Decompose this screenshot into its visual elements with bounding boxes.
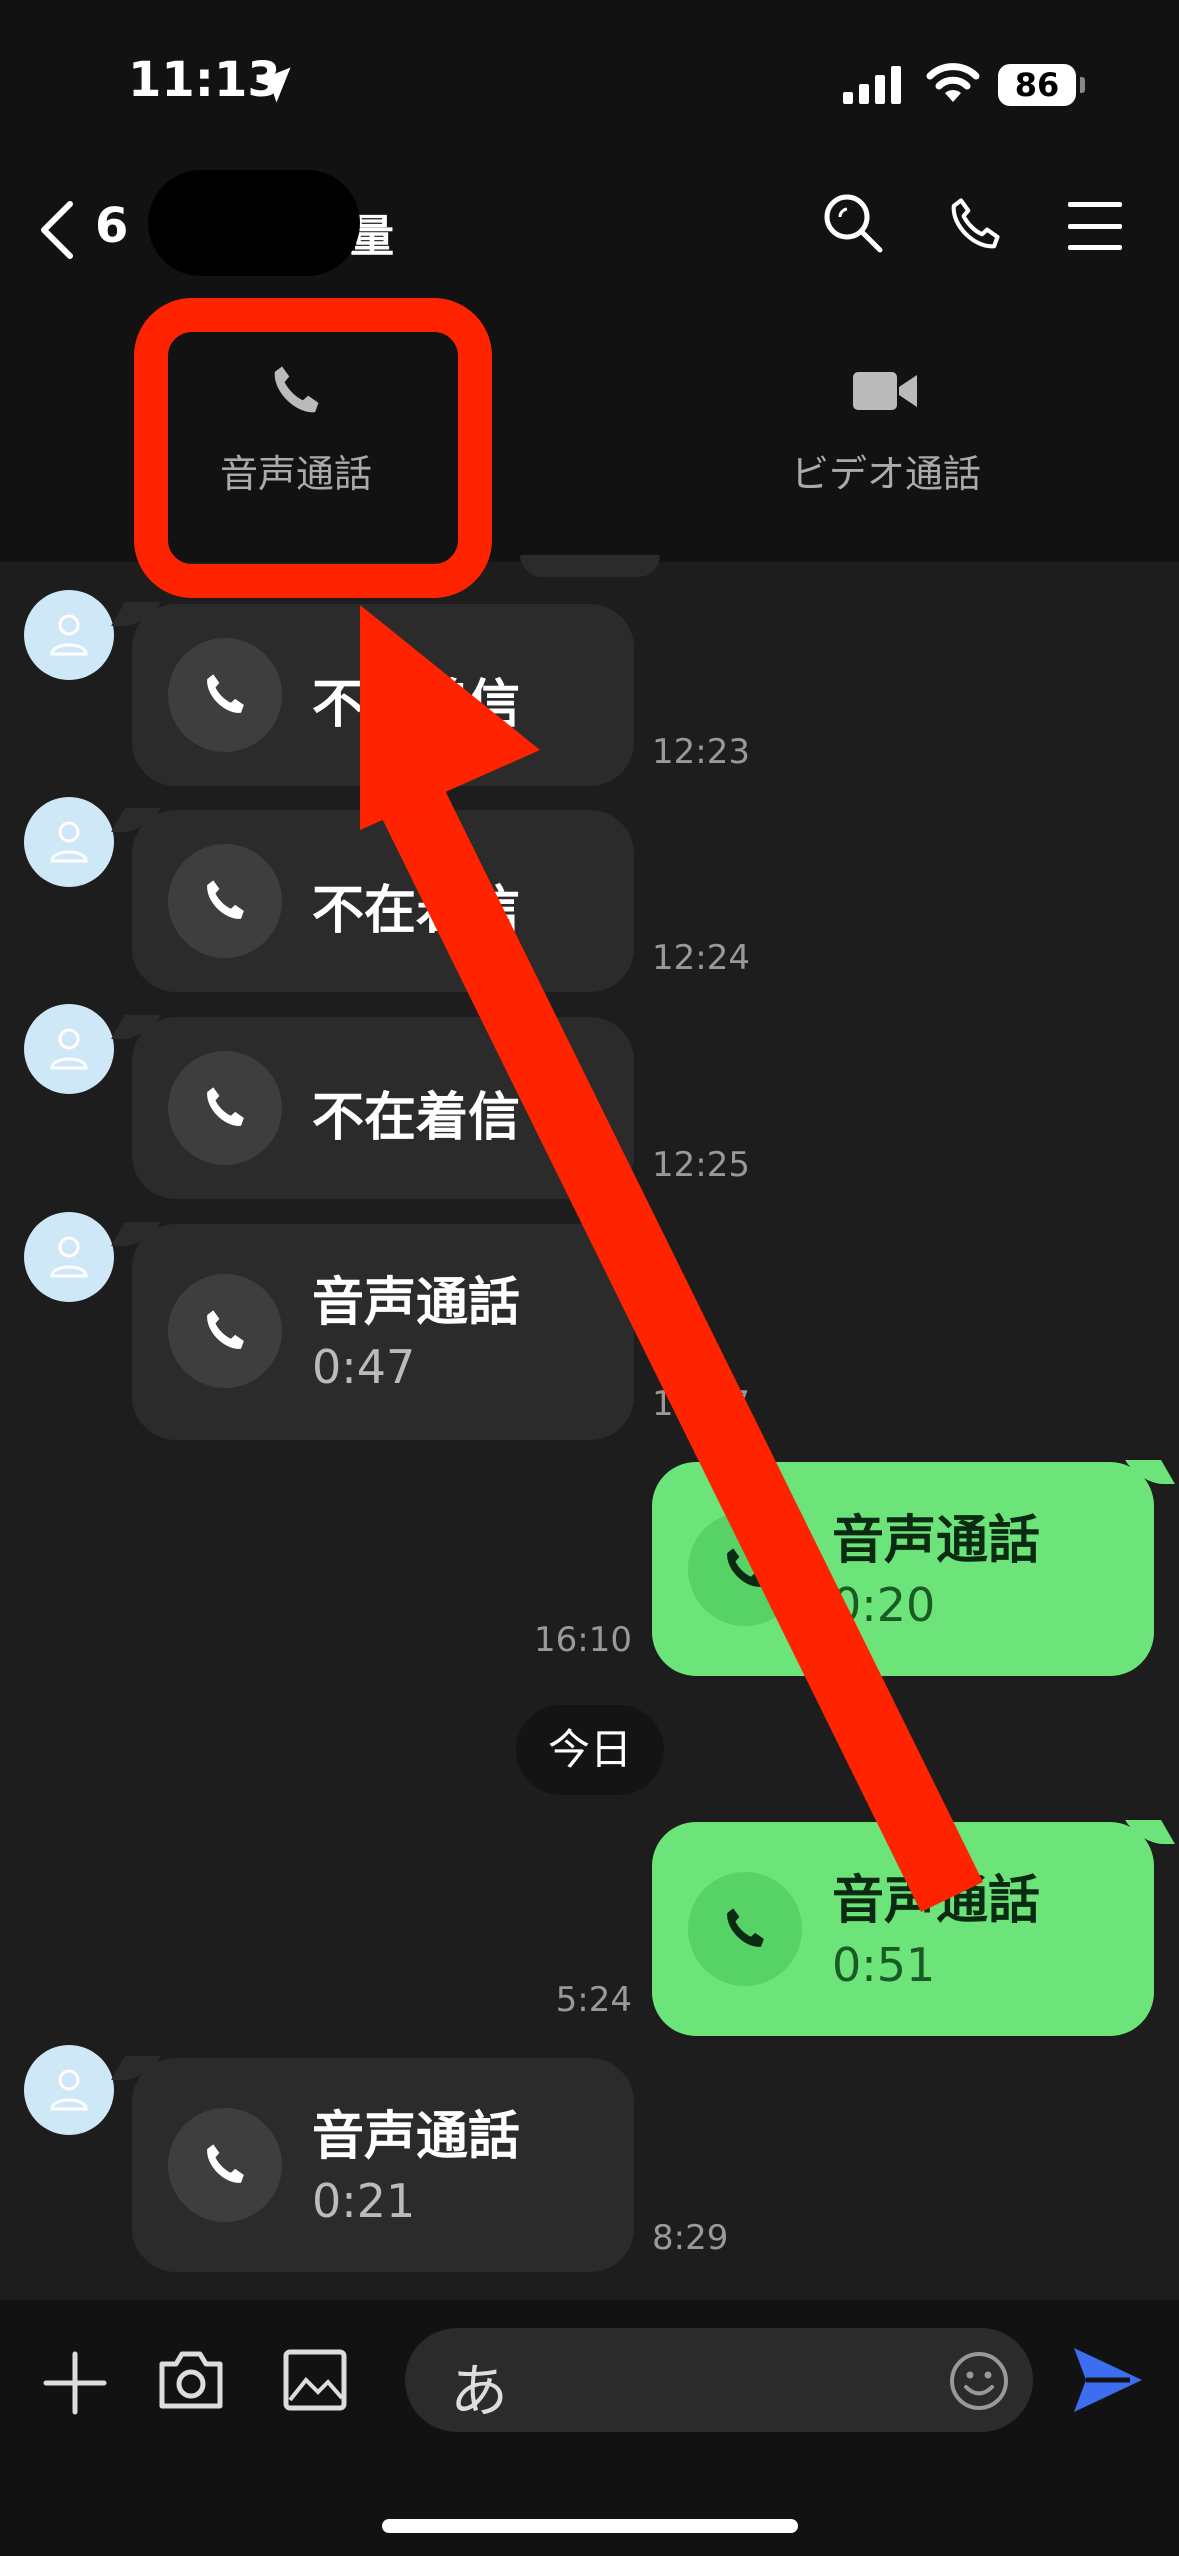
- annotation-arrow: [360, 605, 983, 1912]
